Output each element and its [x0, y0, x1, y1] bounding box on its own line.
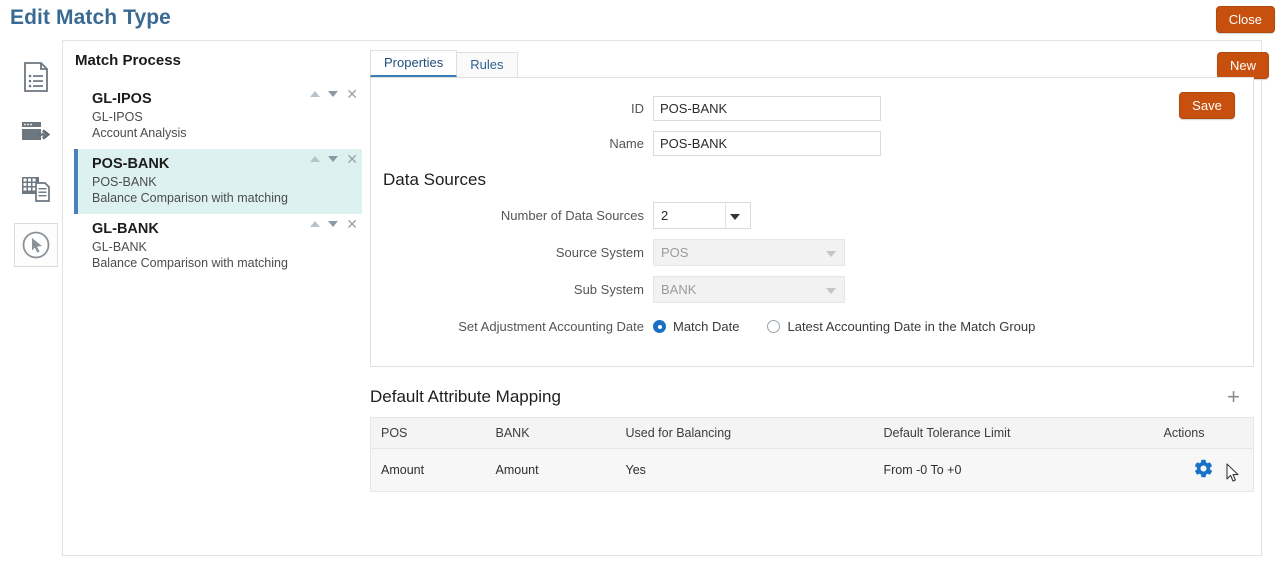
source-system-value: POS — [661, 245, 689, 260]
gear-icon[interactable] — [1193, 458, 1214, 479]
number-of-data-sources-value: 2 — [661, 208, 669, 223]
adjustment-radio-group: Match Date Latest Accounting Date in the… — [653, 319, 1063, 334]
adjustment-accounting-date-label: Set Adjustment Accounting Date — [458, 319, 644, 334]
cell-default-tolerance-limit: From -0 To +0 — [873, 448, 1154, 492]
move-down-icon[interactable] — [328, 221, 339, 227]
column-header-bank: BANK — [485, 417, 616, 449]
id-row: ID — [371, 96, 1253, 121]
mouse-cursor-icon — [1226, 463, 1239, 482]
sub-system-value: BANK — [661, 282, 697, 297]
export-window-icon[interactable] — [14, 111, 58, 155]
tab-properties[interactable]: Properties — [370, 50, 458, 77]
cell-bank: Amount — [485, 448, 616, 492]
sub-system-select: BANK — [653, 276, 845, 303]
match-process-controls: ✕ — [310, 152, 358, 166]
properties-card: Save ID Name Data Sources Number of Data… — [370, 77, 1254, 367]
add-mapping-icon[interactable]: + — [1227, 386, 1254, 408]
match-process-item-pos-bank[interactable]: POS-BANK POS-BANK Balance Comparison wit… — [74, 149, 362, 214]
document-list-glyph — [24, 62, 48, 92]
properties-pane: Properties Rules Save ID Name Data Sourc… — [370, 50, 1254, 546]
tab-bar: Properties Rules — [370, 50, 1254, 77]
match-process-controls: ✕ — [310, 87, 358, 101]
number-of-data-sources-select[interactable]: 2 — [653, 202, 751, 229]
cursor-circle-icon[interactable] — [14, 223, 58, 267]
tab-rules[interactable]: Rules — [456, 52, 518, 77]
remove-icon[interactable]: ✕ — [346, 87, 358, 101]
remove-icon[interactable]: ✕ — [346, 217, 358, 231]
cursor-circle-glyph — [22, 231, 50, 259]
remove-icon[interactable]: ✕ — [346, 152, 358, 166]
table-row[interactable]: Amount Amount Yes From -0 To +0 — [370, 448, 1254, 492]
match-process-list: GL-IPOS GL-IPOS Account Analysis ✕ POS-B… — [74, 84, 362, 279]
close-button[interactable]: Close — [1215, 6, 1275, 33]
table-header: POS BANK Used for Balancing Default Tole… — [370, 417, 1254, 449]
chevron-down-icon — [826, 287, 836, 294]
number-of-data-sources-label: Number of Data Sources — [500, 208, 644, 223]
table-body: Amount Amount Yes From -0 To +0 — [370, 448, 1254, 492]
grid-document-glyph — [22, 177, 50, 202]
match-process-description: Account Analysis — [92, 126, 187, 140]
source-system-label: Source System — [555, 245, 644, 260]
number-of-data-sources-row: Number of Data Sources 2 — [371, 202, 1253, 229]
attribute-mapping-title: Default Attribute Mapping — [370, 387, 561, 406]
page-title: Edit Match Type — [10, 6, 171, 29]
match-process-item-gl-ipos[interactable]: GL-IPOS GL-IPOS Account Analysis ✕ — [74, 84, 362, 149]
move-up-icon[interactable] — [310, 221, 321, 227]
move-up-icon[interactable] — [310, 91, 321, 97]
column-header-default-tolerance-limit: Default Tolerance Limit — [873, 417, 1154, 449]
name-input[interactable] — [653, 131, 881, 156]
match-process-controls: ✕ — [310, 217, 358, 231]
cell-pos: Amount — [370, 448, 486, 492]
save-button[interactable]: Save — [1179, 92, 1235, 119]
edit-match-type-screen: Edit Match Type Close Match Process New … — [0, 0, 1283, 584]
source-system-row: Source System POS — [371, 239, 1253, 266]
sub-system-label: Sub System — [573, 282, 644, 297]
column-header-actions: Actions — [1153, 417, 1254, 449]
column-header-used-for-balancing: Used for Balancing — [615, 417, 874, 449]
data-sources-heading: Data Sources — [383, 170, 486, 189]
name-row: Name — [371, 131, 1253, 156]
radio-match-date[interactable] — [653, 320, 666, 333]
radio-latest-accounting-date-label[interactable]: Latest Accounting Date in the Match Grou… — [787, 319, 1035, 334]
match-process-id: POS-BANK — [92, 175, 157, 189]
column-header-pos: POS — [370, 417, 486, 449]
icon-rail — [14, 55, 58, 279]
match-process-item-gl-bank[interactable]: GL-BANK GL-BANK Balance Comparison with … — [74, 214, 362, 279]
move-down-icon[interactable] — [328, 91, 339, 97]
id-input[interactable] — [653, 96, 881, 121]
cell-used-for-balancing: Yes — [615, 448, 874, 492]
chevron-down-icon — [826, 250, 836, 257]
adjustment-accounting-date-row: Set Adjustment Accounting Date Match Dat… — [371, 319, 1253, 334]
match-process-id: GL-BANK — [92, 240, 147, 254]
attribute-mapping-table: POS BANK Used for Balancing Default Tole… — [370, 417, 1254, 492]
cell-actions — [1153, 448, 1254, 492]
id-label: ID — [631, 101, 644, 116]
move-up-icon[interactable] — [310, 156, 321, 162]
source-system-select: POS — [653, 239, 845, 266]
move-down-icon[interactable] — [328, 156, 339, 162]
name-label: Name — [609, 136, 644, 151]
match-process-heading: Match Process — [75, 52, 181, 69]
attribute-mapping-header: Default Attribute Mapping + — [370, 386, 1254, 408]
radio-match-date-label[interactable]: Match Date — [673, 319, 739, 334]
match-process-description: Balance Comparison with matching — [92, 256, 288, 270]
table-header-row: POS BANK Used for Balancing Default Tole… — [370, 417, 1254, 449]
radio-latest-accounting-date[interactable] — [767, 320, 781, 333]
match-process-description: Balance Comparison with matching — [92, 191, 288, 205]
match-process-id: GL-IPOS — [92, 110, 143, 124]
export-window-glyph — [22, 122, 51, 140]
chevron-down-icon — [730, 213, 740, 220]
sub-system-row: Sub System BANK — [371, 276, 1253, 303]
grid-document-icon[interactable] — [14, 167, 58, 211]
document-list-icon[interactable] — [14, 55, 58, 99]
